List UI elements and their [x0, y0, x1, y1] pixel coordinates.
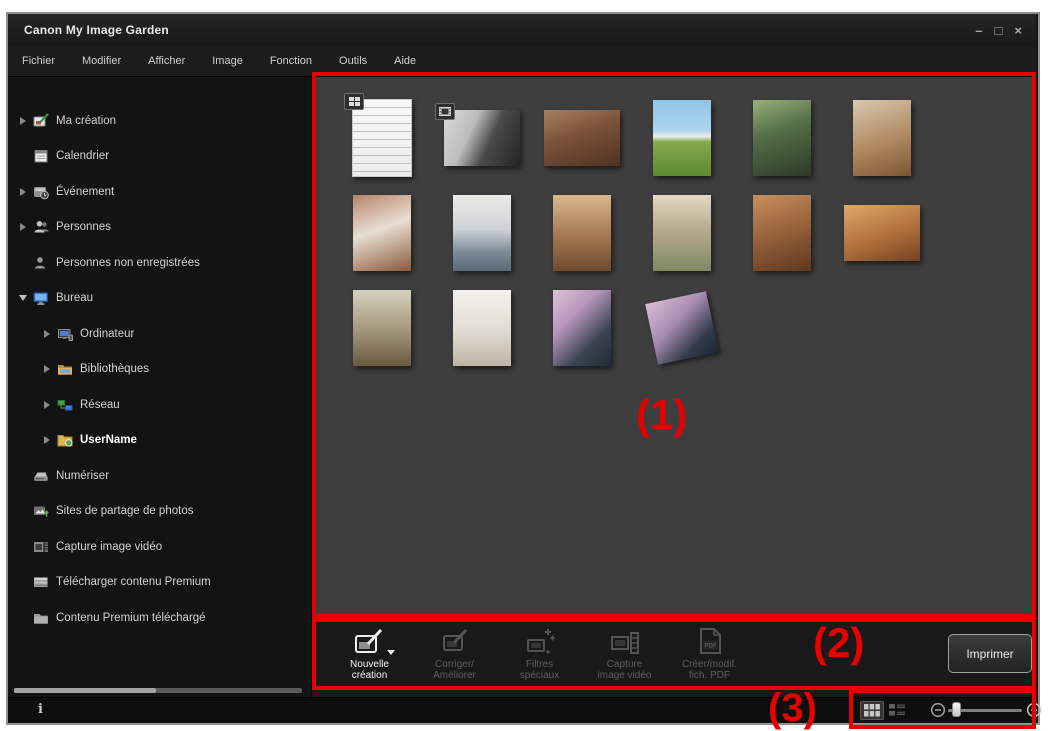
menu-bar: Fichier Modifier Afficher Image Fonction… [8, 46, 1036, 77]
sidebar-item-contenu-premium[interactable]: Contenu Premium téléchargé [8, 600, 311, 636]
pdf-icon: PDF [696, 622, 724, 656]
collage-badge-icon [344, 93, 364, 110]
correct-enhance-button: Corriger/Améliorer [412, 622, 497, 681]
details-view-icon [889, 704, 905, 716]
zoom-out-icon[interactable] [930, 702, 946, 723]
network-icon [57, 397, 73, 413]
collapse-arrow-icon[interactable] [16, 295, 30, 301]
photo-sharing-icon [33, 503, 49, 519]
user-folder-icon [57, 432, 73, 448]
sidebar-item-telecharger-premium[interactable]: Télécharger contenu Premium [8, 565, 311, 601]
expand-arrow-icon[interactable] [16, 188, 30, 196]
calendar-icon [33, 148, 49, 164]
new-creation-icon [354, 622, 386, 656]
sidebar-item-capture-image-video[interactable]: Capture image vidéo [8, 529, 311, 565]
thumbnail-photo[interactable] [832, 90, 932, 185]
desktop-icon [33, 290, 49, 306]
people-icon [33, 219, 49, 235]
menu-item-image[interactable]: Image [212, 55, 243, 67]
expand-arrow-icon[interactable] [40, 365, 54, 373]
menu-item-afficher[interactable]: Afficher [148, 55, 185, 67]
event-icon [33, 184, 49, 200]
expand-arrow-icon[interactable] [40, 330, 54, 338]
minimize-button[interactable]: – [975, 24, 982, 37]
thumbnail-photo[interactable] [332, 280, 432, 375]
my-creation-icon [33, 113, 49, 129]
zoom-slider-thumb[interactable] [952, 702, 961, 717]
sidebar-item-numeriser[interactable]: Numériser [8, 458, 311, 494]
sidebar-item-username[interactable]: UserName [8, 423, 311, 459]
thumbnail-photo[interactable] [632, 90, 732, 185]
menu-item-aide[interactable]: Aide [394, 55, 416, 67]
sidebar-item-ma-creation[interactable]: Ma création [8, 103, 311, 139]
thumbnail-photo[interactable] [732, 185, 832, 280]
expand-arrow-icon[interactable] [16, 223, 30, 231]
correct-enhance-icon [441, 622, 469, 656]
window-controls: – □ × [975, 24, 1022, 37]
thumbnail-photo[interactable] [732, 90, 832, 185]
create-edit-pdf-button: PDF Créer/modif.fich. PDF [667, 622, 752, 681]
thumbnail-video[interactable] [432, 90, 532, 185]
svg-text:PDF: PDF [704, 644, 716, 650]
thumbnail-photo[interactable] [632, 280, 732, 375]
thumbnail-view-button[interactable] [860, 701, 884, 720]
thumbnail-photo[interactable] [532, 280, 632, 375]
zoom-in-icon[interactable] [1026, 702, 1042, 723]
maximize-button[interactable]: □ [995, 24, 1003, 37]
thumbnail-photo[interactable] [332, 185, 432, 280]
scanner-icon [33, 468, 49, 484]
status-bar: i [8, 697, 1036, 722]
sidebar-item-personnes-non-enregistrees[interactable]: Personnes non enregistrées [8, 245, 311, 281]
video-frame-capture-button: Captureimage vidéo [582, 622, 667, 681]
menu-item-fichier[interactable]: Fichier [22, 55, 55, 67]
sidebar-item-evenement[interactable]: Événement [8, 174, 311, 210]
special-filters-button: Filtresspéciaux [497, 622, 582, 681]
menu-item-outils[interactable]: Outils [339, 55, 367, 67]
scrollbar-thumb[interactable] [14, 688, 156, 693]
thumbnail-photo[interactable] [832, 185, 932, 280]
thumbnail-photo[interactable] [432, 280, 532, 375]
sidebar-horizontal-scrollbar[interactable] [14, 688, 302, 693]
special-filters-icon [525, 622, 555, 656]
thumbnail-document[interactable] [332, 90, 432, 185]
thumbnail-photo[interactable] [632, 185, 732, 280]
thumbnail-photo[interactable] [532, 185, 632, 280]
app-title: Canon My Image Garden [24, 23, 169, 37]
details-view-button[interactable] [886, 701, 908, 718]
new-creation-button[interactable]: Nouvellecréation [327, 622, 412, 681]
menu-item-fonction[interactable]: Fonction [270, 55, 312, 67]
info-icon: i [38, 702, 43, 717]
libraries-icon [57, 361, 73, 377]
expand-arrow-icon[interactable] [40, 401, 54, 409]
sidebar-item-reseau[interactable]: Réseau [8, 387, 311, 423]
video-capture-icon [33, 539, 49, 555]
premium-folder-icon [33, 610, 49, 626]
video-frame-capture-icon [610, 622, 640, 656]
close-button[interactable]: × [1014, 24, 1022, 37]
thumbnail-photo[interactable] [432, 185, 532, 280]
bottom-toolbar: Nouvellecréation Corriger/Améliorer Filt… [312, 617, 1036, 697]
screenshot-stage: Canon My Image Garden – □ × Fichier Modi… [0, 0, 1048, 731]
premium-download-icon [33, 574, 49, 590]
title-bar: Canon My Image Garden – □ × [8, 14, 1036, 46]
sidebar-item-bibliotheques[interactable]: Bibliothèques [8, 352, 311, 388]
unregistered-person-icon [33, 255, 49, 271]
dropdown-caret-icon [387, 650, 395, 655]
thumbnail-photo[interactable] [532, 90, 632, 185]
sidebar-item-calendrier[interactable]: Calendrier [8, 139, 311, 175]
print-button[interactable]: Imprimer [948, 634, 1032, 673]
expand-arrow-icon[interactable] [40, 436, 54, 444]
computer-icon [57, 326, 73, 342]
sidebar-item-personnes[interactable]: Personnes [8, 210, 311, 246]
sidebar-item-sites-de-partage[interactable]: Sites de partage de photos [8, 494, 311, 530]
sidebar-item-bureau[interactable]: Bureau [8, 281, 311, 317]
expand-arrow-icon[interactable] [16, 117, 30, 125]
thumbnail-view-icon [864, 704, 880, 717]
sidebar: Ma création Calendrier Événement Personn… [8, 77, 312, 697]
video-badge-icon [435, 103, 455, 120]
menu-item-modifier[interactable]: Modifier [82, 55, 121, 67]
sidebar-item-ordinateur[interactable]: Ordinateur [8, 316, 311, 352]
